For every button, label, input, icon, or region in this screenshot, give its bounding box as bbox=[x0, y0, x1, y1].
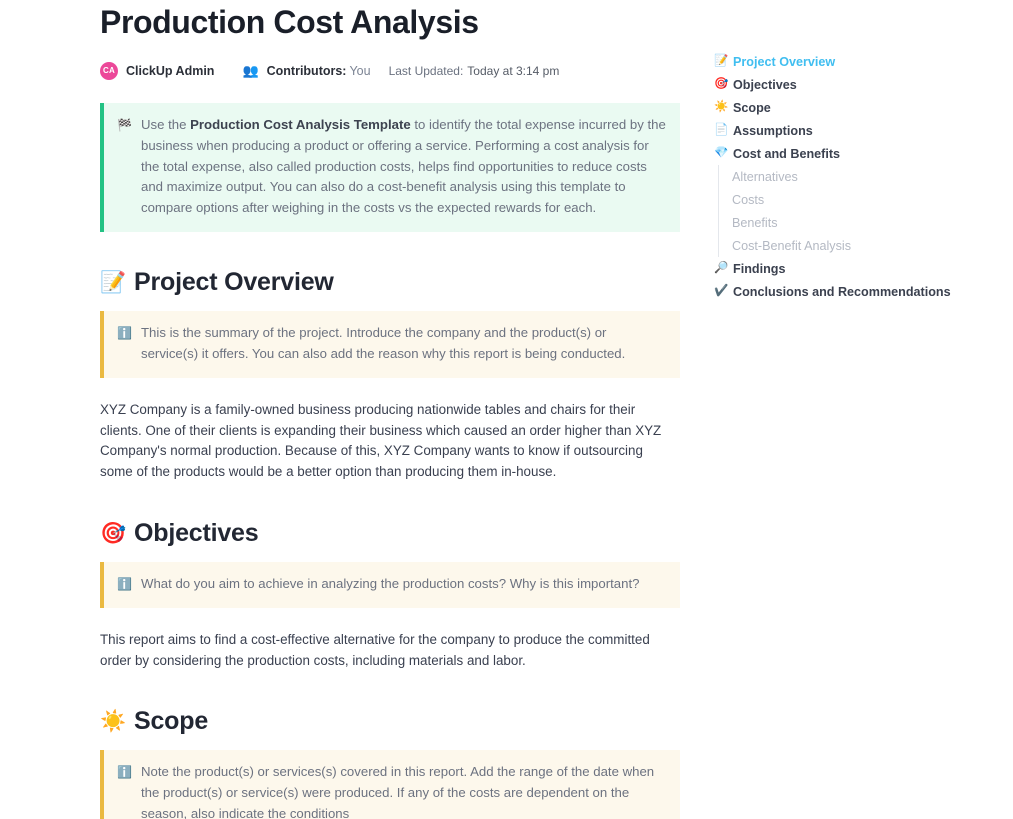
toc-item-label: Assumptions bbox=[733, 124, 813, 138]
toc-item-project-overview[interactable]: 📝Project Overview bbox=[714, 50, 964, 73]
contributors-label: Contributors: bbox=[267, 64, 347, 78]
toc-item-label: Cost and Benefits bbox=[733, 147, 840, 161]
page-title[interactable]: Production Cost Analysis bbox=[100, 0, 680, 41]
page-facing-up-icon: 📄 bbox=[714, 125, 733, 137]
information-icon: ℹ️ bbox=[117, 762, 137, 819]
avatar[interactable]: CA bbox=[100, 62, 118, 80]
toc-item-label: Benefits bbox=[732, 216, 778, 230]
information-icon: ℹ️ bbox=[117, 574, 137, 595]
toc-item-label: Costs bbox=[732, 193, 764, 207]
intro-text-bold: Production Cost Analysis Template bbox=[190, 117, 411, 132]
table-of-contents: 📝Project Overview🎯Objectives☀️Scope📄Assu… bbox=[714, 50, 964, 303]
contributors-value[interactable]: You bbox=[349, 64, 370, 78]
toc-item-cost-benefit-analysis[interactable]: Cost-Benefit Analysis bbox=[718, 234, 964, 257]
gem-stone-icon: 💎 bbox=[714, 148, 733, 160]
template-intro-text: Use the Production Cost Analysis Templat… bbox=[137, 115, 666, 219]
toc-item-label: Findings bbox=[733, 262, 785, 276]
section-heading-scope: ☀️ Scope bbox=[100, 707, 680, 736]
section-title[interactable]: Project Overview bbox=[134, 268, 334, 297]
section-body-project-overview[interactable]: XYZ Company is a family-owned business p… bbox=[100, 400, 678, 483]
direct-hit-icon: 🎯 bbox=[714, 79, 733, 91]
busts-in-silhouette-icon: 👥 bbox=[242, 64, 258, 77]
section-title[interactable]: Objectives bbox=[134, 519, 258, 548]
section-heading-project-overview: 📝 Project Overview bbox=[100, 268, 680, 297]
section-callout-text: Note the product(s) or services(s) cover… bbox=[137, 762, 666, 819]
toc-item-label: Alternatives bbox=[732, 170, 798, 184]
toc-item-label: Project Overview bbox=[733, 55, 835, 69]
toc-item-conclusions-and-recommendations[interactable]: ✔️Conclusions and Recommendations bbox=[714, 280, 964, 303]
sun-icon: ☀️ bbox=[100, 711, 134, 732]
checkered-flag-icon: 🏁 bbox=[117, 115, 137, 219]
toc-item-benefits[interactable]: Benefits bbox=[718, 211, 964, 234]
toc-item-scope[interactable]: ☀️Scope bbox=[714, 96, 964, 119]
memo-icon: 📝 bbox=[714, 56, 733, 68]
toc-item-label: Conclusions and Recommendations bbox=[733, 285, 951, 299]
last-updated-label: Last Updated: bbox=[389, 64, 464, 78]
document-body: Production Cost Analysis CA ClickUp Admi… bbox=[100, 0, 680, 819]
template-intro-callout: 🏁 Use the Production Cost Analysis Templ… bbox=[100, 103, 680, 232]
toc-item-label: Cost-Benefit Analysis bbox=[732, 239, 851, 253]
toc-item-label: Objectives bbox=[733, 78, 797, 92]
section-callout-scope: ℹ️ Note the product(s) or services(s) co… bbox=[100, 750, 680, 819]
document-meta: CA ClickUp Admin 👥 Contributors: You Las… bbox=[100, 61, 680, 81]
toc-item-cost-and-benefits[interactable]: 💎Cost and Benefits bbox=[714, 142, 964, 165]
section-title[interactable]: Scope bbox=[134, 707, 208, 736]
magnifying-glass-icon: 🔎 bbox=[714, 263, 733, 275]
toc-item-assumptions[interactable]: 📄Assumptions bbox=[714, 119, 964, 142]
sun-icon: ☀️ bbox=[714, 102, 733, 114]
author-name[interactable]: ClickUp Admin bbox=[126, 64, 214, 78]
intro-text-before: Use the bbox=[141, 117, 190, 132]
memo-icon: 📝 bbox=[100, 272, 134, 293]
toc-item-findings[interactable]: 🔎Findings bbox=[714, 257, 964, 280]
last-updated-value: Today at 3:14 pm bbox=[467, 64, 559, 78]
direct-hit-icon: 🎯 bbox=[100, 523, 134, 544]
section-callout-objectives: ℹ️ What do you aim to achieve in analyzi… bbox=[100, 562, 680, 608]
toc-item-costs[interactable]: Costs bbox=[718, 188, 964, 211]
toc-item-label: Scope bbox=[733, 101, 771, 115]
information-icon: ℹ️ bbox=[117, 323, 137, 365]
section-heading-objectives: 🎯 Objectives bbox=[100, 519, 680, 548]
toc-item-objectives[interactable]: 🎯Objectives bbox=[714, 73, 964, 96]
section-callout-text: This is the summary of the project. Intr… bbox=[137, 323, 666, 365]
section-body-objectives[interactable]: This report aims to find a cost-effectiv… bbox=[100, 630, 678, 672]
document-page: Production Cost Analysis CA ClickUp Admi… bbox=[0, 0, 1013, 819]
section-callout-project-overview: ℹ️ This is the summary of the project. I… bbox=[100, 311, 680, 378]
section-callout-text: What do you aim to achieve in analyzing … bbox=[137, 574, 639, 595]
check-mark-icon: ✔️ bbox=[714, 286, 733, 298]
toc-item-alternatives[interactable]: Alternatives bbox=[718, 165, 964, 188]
